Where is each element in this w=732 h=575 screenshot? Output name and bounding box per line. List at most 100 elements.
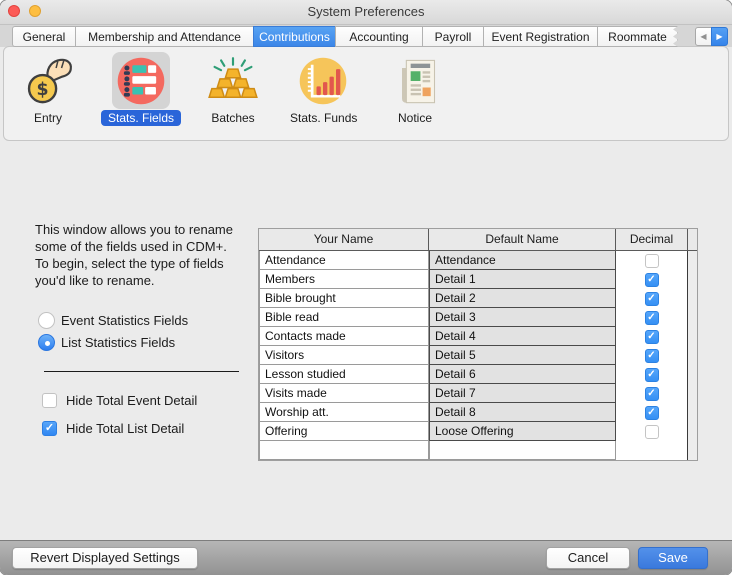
- table-scroll-track: [688, 270, 697, 289]
- decimal-checkbox[interactable]: [645, 387, 659, 401]
- stats-fields-icon: [112, 52, 170, 109]
- your-name-cell[interactable]: Bible read: [259, 308, 429, 327]
- footer-bar: Revert Displayed Settings Cancel Save: [0, 540, 732, 575]
- radio-label: Event Statistics Fields: [61, 313, 188, 328]
- tab-payroll[interactable]: Payroll: [422, 26, 484, 47]
- tab-scroll-right-icon[interactable]: ▶: [711, 27, 728, 46]
- title-bar[interactable]: System Preferences: [0, 0, 732, 25]
- decimal-cell: [616, 327, 688, 346]
- default-name-cell: Detail 5: [429, 346, 616, 365]
- table-scroll-track: [688, 365, 697, 384]
- cancel-button[interactable]: Cancel: [546, 547, 630, 569]
- intro-line: To begin, select the type of fields: [35, 255, 233, 272]
- decimal-checkbox[interactable]: [645, 292, 659, 306]
- decimal-cell: [616, 308, 688, 327]
- tab-contributions[interactable]: Contributions: [253, 26, 336, 47]
- decimal-checkbox[interactable]: [645, 311, 659, 325]
- checkbox-icon: [42, 421, 57, 436]
- radio-button-icon: [38, 312, 55, 329]
- tab-membership-and-attendance[interactable]: Membership and Attendance: [75, 26, 254, 47]
- tab-event-registration[interactable]: Event Registration: [483, 26, 598, 47]
- table-row: VisitorsDetail 5: [259, 346, 697, 365]
- table-row: Contacts madeDetail 4: [259, 327, 697, 346]
- default-name-cell: Detail 1: [429, 270, 616, 289]
- fields-table: Your Name Default Name Decimal Attendanc…: [258, 228, 698, 461]
- default-name-cell: Detail 2: [429, 289, 616, 308]
- checkbox-icon: [42, 393, 57, 408]
- toolbar-item-label: Entry: [27, 110, 69, 126]
- your-name-cell[interactable]: Lesson studied: [259, 365, 429, 384]
- minimize-window-icon[interactable]: [29, 5, 41, 17]
- coin-in-hand-icon: $: [19, 52, 77, 109]
- revert-displayed-settings-button[interactable]: Revert Displayed Settings: [12, 547, 198, 569]
- checkbox-hide-total-list-detail[interactable]: Hide Total List Detail: [42, 420, 197, 436]
- table-scroll-track: [688, 327, 697, 346]
- toolbar-item-stats-fields[interactable]: Stats. Fields: [101, 52, 181, 127]
- window-title: System Preferences: [0, 0, 732, 24]
- column-header-decimal: Decimal: [616, 229, 688, 250]
- your-name-cell[interactable]: Visits made: [259, 384, 429, 403]
- radio-label: List Statistics Fields: [61, 335, 175, 350]
- decimal-cell: [616, 403, 688, 422]
- your-name-cell[interactable]: [259, 441, 429, 460]
- decimal-checkbox[interactable]: [645, 406, 659, 420]
- radio-event-statistics-fields[interactable]: Event Statistics Fields: [38, 309, 188, 331]
- tab-accounting[interactable]: Accounting: [335, 26, 423, 47]
- table-row: OfferingLoose Offering: [259, 422, 697, 441]
- intro-line: you'd like to rename.: [35, 272, 233, 289]
- default-name-cell: Loose Offering: [429, 422, 616, 441]
- intro-line: This window allows you to rename: [35, 221, 233, 238]
- decimal-checkbox[interactable]: [645, 368, 659, 382]
- table-header-row: Your Name Default Name Decimal: [259, 229, 697, 251]
- decimal-checkbox[interactable]: [645, 254, 659, 268]
- default-name-cell: Attendance: [429, 251, 616, 270]
- decimal-cell: [616, 289, 688, 308]
- your-name-cell[interactable]: Contacts made: [259, 327, 429, 346]
- default-name-cell: Detail 3: [429, 308, 616, 327]
- your-name-cell[interactable]: Visitors: [259, 346, 429, 365]
- table-scroll-track: [688, 346, 697, 365]
- toolbar-item-batches[interactable]: Batches: [193, 52, 273, 127]
- close-window-icon[interactable]: [8, 5, 20, 17]
- decimal-cell: [616, 441, 688, 460]
- your-name-cell[interactable]: Members: [259, 270, 429, 289]
- decimal-checkbox[interactable]: [645, 273, 659, 287]
- table-row: Lesson studiedDetail 6: [259, 365, 697, 384]
- gold-bars-icon: [204, 52, 262, 109]
- decimal-cell: [616, 346, 688, 365]
- decimal-checkbox[interactable]: [645, 425, 659, 439]
- decimal-checkbox[interactable]: [645, 330, 659, 344]
- tab-general[interactable]: General: [12, 26, 76, 47]
- radio-button-icon: [38, 334, 55, 351]
- your-name-cell[interactable]: Bible brought: [259, 289, 429, 308]
- radio-list-statistics-fields[interactable]: List Statistics Fields: [38, 331, 188, 353]
- hide-total-checkbox-group: Hide Total Event Detail Hide Total List D…: [42, 392, 197, 448]
- decimal-cell: [616, 384, 688, 403]
- tab-list: GeneralMembership and AttendanceContribu…: [12, 26, 678, 47]
- table-body: AttendanceAttendanceMembersDetail 1Bible…: [259, 251, 697, 460]
- default-name-cell: Detail 4: [429, 327, 616, 346]
- checkbox-label: Hide Total Event Detail: [66, 393, 197, 408]
- toolbar-item-entry[interactable]: $Entry: [8, 52, 88, 127]
- column-header-your-name: Your Name: [259, 229, 429, 250]
- save-button[interactable]: Save: [638, 547, 708, 569]
- table-scroll-track: [688, 308, 697, 327]
- your-name-cell[interactable]: Offering: [259, 422, 429, 441]
- your-name-cell[interactable]: Attendance: [259, 251, 429, 270]
- table-row: Worship att.Detail 8: [259, 403, 697, 422]
- table-row: [259, 441, 697, 460]
- toolbar-item-notice[interactable]: Notice: [375, 52, 455, 127]
- table-scroll-track: [688, 384, 697, 403]
- table-row: Visits madeDetail 7: [259, 384, 697, 403]
- decimal-checkbox[interactable]: [645, 349, 659, 363]
- decimal-cell: [616, 422, 688, 441]
- decimal-cell: [616, 251, 688, 270]
- checkbox-hide-total-event-detail[interactable]: Hide Total Event Detail: [42, 392, 197, 408]
- your-name-cell[interactable]: Worship att.: [259, 403, 429, 422]
- toolbar-item-stats-funds[interactable]: Stats. Funds: [283, 52, 363, 127]
- field-type-radio-group: Event Statistics Fields List Statistics F…: [38, 309, 188, 353]
- tab-roommate[interactable]: Roommate: [597, 26, 678, 47]
- table-scroll-track: [688, 403, 697, 422]
- table-scroll-track: [688, 441, 697, 460]
- tab-scroll-left-icon[interactable]: ◀: [695, 27, 712, 46]
